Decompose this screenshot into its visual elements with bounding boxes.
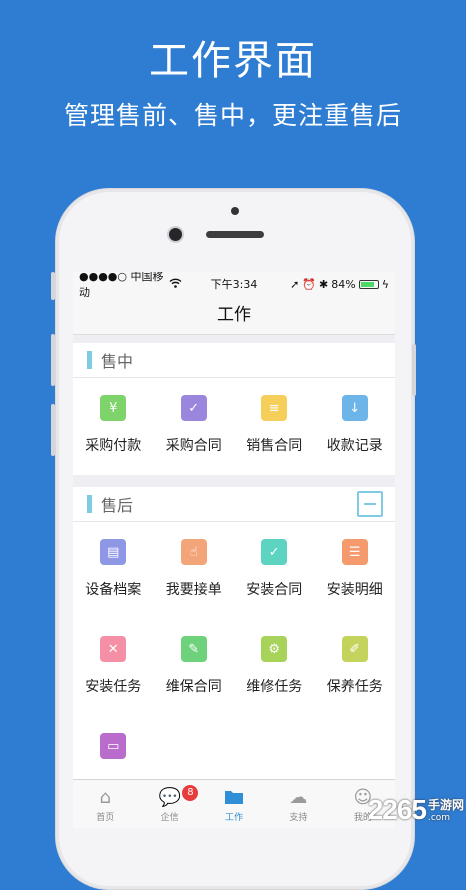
grid-item[interactable]: ▤ 设备档案: [73, 522, 154, 619]
hero-title: 工作界面: [149, 38, 317, 84]
grid-item-label: 设备档案: [85, 582, 142, 598]
nav-title: 工作: [73, 296, 395, 335]
grid-item[interactable]: ☝ 我要接单: [154, 522, 235, 619]
grid-item-label: 收款记录: [326, 438, 383, 454]
section-grid: ▤ 设备档案 ☝ 我要接单 ✓ 安装合同 ☰ 安装明细 ✕ 安装任务 ✎ 维保合同 ⚙ 维修任务 ✐ 保养任务…: [73, 522, 395, 813]
grid-item-label: 安装明细: [326, 582, 383, 598]
wrench-gear-icon: ⚙: [261, 636, 288, 662]
grid-item-label: 销售合同: [246, 438, 303, 454]
document-icon: ≡: [261, 395, 288, 421]
grid-item[interactable]: ✓ 采购合同: [154, 378, 235, 475]
hero-subtitle: 管理售前、售中，更注重售后: [63, 101, 402, 130]
power-button: [412, 344, 416, 396]
tab-label: 支持: [289, 813, 308, 823]
grid-item[interactable]: ≡ 销售合同: [234, 378, 315, 475]
section-header: 售中: [73, 343, 395, 378]
section-header: 售后: [73, 487, 395, 522]
grid-item-label: 采购合同: [165, 438, 222, 454]
grid-item[interactable]: ✎ 维保合同: [154, 619, 235, 716]
chat-icon: 💬: [158, 787, 182, 808]
sensor-icon: [231, 207, 239, 215]
section-marker: [87, 495, 92, 513]
section-sale: 售中 ¥ 采购付款 ✓ 采购合同 ≡ 销售合同 ↓ 收款记录: [73, 343, 395, 475]
tab-label: 企信: [160, 813, 179, 823]
battery-percent: 84%: [331, 277, 356, 291]
bluetooth-icon: ✱: [319, 277, 329, 291]
grid-item-label: 维保合同: [165, 679, 222, 695]
hand-icon: ☝: [180, 539, 207, 565]
tab-messages[interactable]: 💬 8 企信: [137, 780, 201, 828]
download-icon: ↓: [341, 395, 368, 421]
cart-money-icon: ¥: [100, 395, 127, 421]
watermark-domain: .com: [427, 813, 451, 823]
wifi-icon: [169, 278, 182, 291]
carrier-label: ●●●●○ 中国移动: [79, 272, 164, 299]
battery-icon: [358, 279, 379, 289]
grid-item[interactable]: ¥ 采购付款: [73, 378, 154, 475]
grid-item[interactable]: ⚙ 维修任务: [234, 619, 315, 716]
grid-item[interactable]: ☰ 安装明细: [315, 522, 396, 619]
grid-item-label: 保养任务: [326, 679, 383, 695]
unread-badge: 8: [182, 785, 199, 801]
status-bar: ●●●●○ 中国移动 下午3:34 ➚ ⏰ ✱ 84% ϟ: [73, 272, 395, 299]
tools-icon: ✕: [100, 636, 127, 662]
location-icon: ➚: [290, 277, 300, 291]
charging-icon: ϟ: [381, 277, 389, 291]
section-aftersale: 售后 ▤ 设备档案 ☝ 我要接单 ✓ 安装合同 ☰ 安装明细 ✕ 安装任务 ✎ 维保合同 ⚙ 维修任务 ✐ 保…: [73, 487, 395, 813]
tab-bar: ⌂ 首页 💬 8 企信 工作 ☁ 支持 ☺ 我的: [73, 779, 395, 828]
watermark-number: 2265: [367, 794, 427, 825]
watermark: 2265 手游网 .com: [368, 794, 464, 826]
section-title: 售中: [101, 352, 134, 371]
grid-item[interactable]: ↓ 收款记录: [315, 378, 396, 475]
grid-item-label: 安装任务: [85, 679, 142, 695]
section-grid: ¥ 采购付款 ✓ 采购合同 ≡ 销售合同 ↓ 收款记录: [73, 378, 395, 475]
minus-icon: [364, 503, 376, 505]
pen-icon: ✐: [341, 636, 368, 662]
battery-fill: [360, 281, 375, 287]
speaker-icon: [206, 231, 264, 238]
grid-item-label: 我要接单: [165, 582, 222, 598]
cloud-icon: ☁: [289, 787, 308, 808]
watermark-cn: 手游网: [427, 798, 464, 812]
grid-item-label: 采购付款: [85, 438, 142, 454]
clipboard-check-icon: ✓: [261, 539, 288, 565]
cart-contract-icon: ✓: [180, 395, 207, 421]
volume-up-button: [51, 334, 55, 386]
inbox-icon: ▭: [100, 733, 127, 759]
tab-home[interactable]: ⌂ 首页: [73, 780, 137, 828]
mute-switch: [51, 272, 55, 300]
collapse-button[interactable]: [357, 491, 383, 517]
list-icon: ☰: [341, 539, 368, 565]
alarm-icon: ⏰: [302, 277, 317, 291]
grid-item-label: 维修任务: [246, 679, 303, 695]
tab-support[interactable]: ☁ 支持: [266, 780, 330, 828]
grid-item[interactable]: ✕ 安装任务: [73, 619, 154, 716]
grid-item[interactable]: ✓ 安装合同: [234, 522, 315, 619]
tab-label: 首页: [96, 813, 115, 823]
camera-icon: [169, 228, 182, 241]
tab-label: 工作: [225, 813, 244, 823]
tab-work[interactable]: 工作: [202, 780, 266, 828]
app-screen: ●●●●○ 中国移动 下午3:34 ➚ ⏰ ✱ 84% ϟ 工作 售中 ¥ 采购付…: [73, 272, 395, 828]
volume-down-button: [51, 404, 55, 456]
grid-item[interactable]: ✐ 保养任务: [315, 619, 396, 716]
section-title: 售后: [101, 496, 134, 515]
archive-icon: ▤: [100, 539, 127, 565]
status-time: 下午3:34: [210, 278, 258, 291]
grid-item-label: 安装合同: [246, 582, 303, 598]
folder-icon: [223, 788, 245, 808]
section-marker: [87, 351, 92, 369]
edit-icon: ✎: [180, 636, 207, 662]
home-icon: ⌂: [99, 787, 111, 808]
